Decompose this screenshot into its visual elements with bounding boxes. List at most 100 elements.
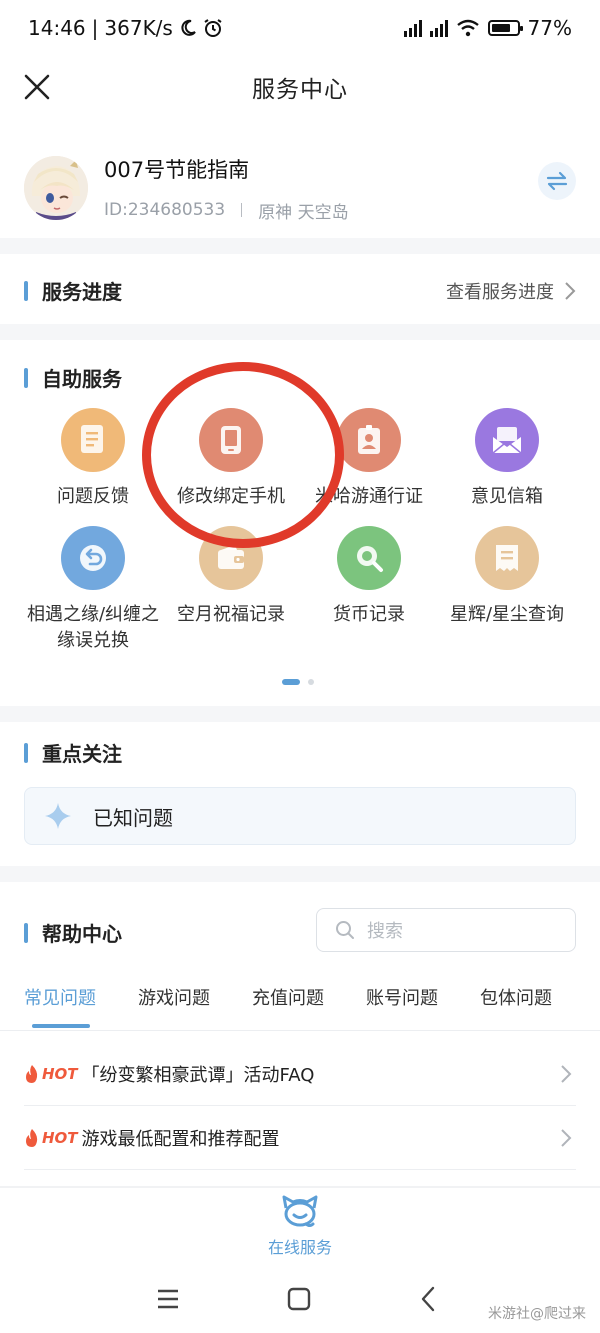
service-label: 星辉/星尘查询 [449,604,565,625]
service-label: 问题反馈 [57,486,129,507]
tab-package-questions[interactable]: 包体问题 [480,984,594,1010]
profile-id: ID:234680533 [104,200,226,220]
flame-icon [26,1064,38,1083]
service-progress-label: 服务进度 [42,280,122,304]
service-label: 相遇之缘/纠缠之缘误兑换 [26,604,160,651]
hot-label: HOT [42,1064,78,1083]
status-net-speed: 367K/s [104,16,173,40]
faq-title: 「纷变繁相豪武谭」活动FAQ [81,1064,315,1086]
profile-meta: ID:234680533 原神 天空岛 [104,198,349,223]
wallet-icon [218,545,244,569]
tab-common-questions[interactable]: 常见问题 [24,984,138,1010]
profile-game: 原神 [258,202,293,223]
undo-icon [80,545,106,571]
alarm-icon [204,19,222,37]
service-icon-circle [337,408,401,472]
service-icon-circle [61,526,125,590]
service-item-starglitter-query[interactable]: 星辉/星尘查询 [438,526,576,654]
title-accent-bar [24,280,28,301]
focus-title: 重点关注 [24,738,122,767]
focus-label: 重点关注 [42,742,122,766]
help-tabs: 常见问题 游戏问题 充值问题 账号问题 包体问题 [24,984,594,1010]
title-accent-bar [24,922,28,943]
switch-account-button[interactable] [538,162,576,200]
service-icon-circle [475,526,539,590]
known-issues-card[interactable]: 已知问题 [24,787,576,845]
tab-game-questions[interactable]: 游戏问题 [138,984,252,1010]
watermark: 米游社@爬过来 [488,1306,586,1322]
status-bar: 14:46 | 367K/s 77% [0,0,600,56]
search-input[interactable]: 搜索 [316,908,576,952]
customer-service-icon [282,1195,318,1227]
search-icon [336,921,354,939]
home-icon[interactable] [287,1287,311,1311]
title-accent-bar [24,367,28,388]
service-label: 意见信箱 [471,486,543,507]
header: 服务中心 [0,56,600,118]
service-label: 货币记录 [333,604,405,625]
id-card-icon [358,425,380,454]
profile-info: 007号节能指南 ID:234680533 原神 天空岛 [104,154,349,223]
battery-level [491,24,511,32]
profile-game-server: 原神 天空岛 [258,198,348,223]
service-icon-circle [337,526,401,590]
annotation-circle [142,362,344,548]
search-placeholder: 搜索 [367,921,403,942]
profile-card: 007号节能指南 ID:234680533 原神 天空岛 [0,140,600,236]
meta-separator [241,203,243,217]
close-icon[interactable] [22,72,52,102]
service-icon-circle [475,408,539,472]
magnifier-icon [357,546,383,572]
chevron-right-icon [561,1129,572,1147]
tab-recharge-questions[interactable]: 充值问题 [252,984,366,1010]
battery-percent: 77% [527,16,572,40]
moon-icon [181,19,196,36]
service-icon-circle [61,408,125,472]
page-dot[interactable] [308,679,314,685]
self-service-label: 自助服务 [42,367,122,391]
tab-account-questions[interactable]: 账号问题 [366,984,480,1010]
help-center-label: 帮助中心 [42,922,122,946]
service-item-wish-exchange[interactable]: 相遇之缘/纠缠之缘误兑换 [24,526,162,654]
signal-icon [403,19,422,37]
view-progress-link[interactable]: 查看服务进度 [446,278,576,304]
bottom-divider [0,1186,600,1188]
tab-divider [0,1030,600,1031]
online-service-button[interactable]: 在线服务 [0,1194,600,1258]
avatar[interactable] [24,156,88,220]
chevron-right-icon [565,282,576,300]
hot-badge: HOT [24,1128,78,1148]
page-title: 服务中心 [252,77,348,103]
receipt-icon [496,545,518,571]
service-progress-title: 服务进度 [24,276,122,305]
section-divider [0,866,600,882]
battery-icon [487,20,523,36]
service-item-currency-record[interactable]: 货币记录 [300,526,438,654]
profile-name: 007号节能指南 [104,157,250,182]
section-divider [0,324,600,340]
hot-label: HOT [42,1128,78,1147]
mail-icon [492,427,522,454]
avatar-illustration [24,156,88,220]
signal-icon-2 [429,19,448,37]
active-tab-indicator [32,1024,90,1028]
document-icon [81,425,103,453]
page-dot-active [282,679,300,685]
hot-badge: HOT [24,1064,78,1084]
title-accent-bar [24,742,28,763]
section-divider [0,238,600,254]
view-progress-label: 查看服务进度 [446,282,554,303]
menu-icon[interactable] [156,1288,180,1310]
profile-server: 天空岛 [297,202,349,223]
service-item-suggestion-box[interactable]: 意见信箱 [438,408,576,510]
faq-item[interactable]: HOT 游戏最低配置和推荐配置 [24,1106,576,1170]
status-separator: | [91,16,99,40]
online-service-label: 在线服务 [267,1238,332,1257]
faq-item[interactable]: HOT 「纷变繁相豪武谭」活动FAQ [24,1042,576,1106]
swap-icon [546,171,568,191]
self-service-title: 自助服务 [24,363,122,392]
sparkle-icon [45,803,71,829]
status-left: 14:46 | 367K/s [28,16,223,40]
back-icon[interactable] [420,1286,436,1312]
known-issues-label: 已知问题 [93,805,173,830]
